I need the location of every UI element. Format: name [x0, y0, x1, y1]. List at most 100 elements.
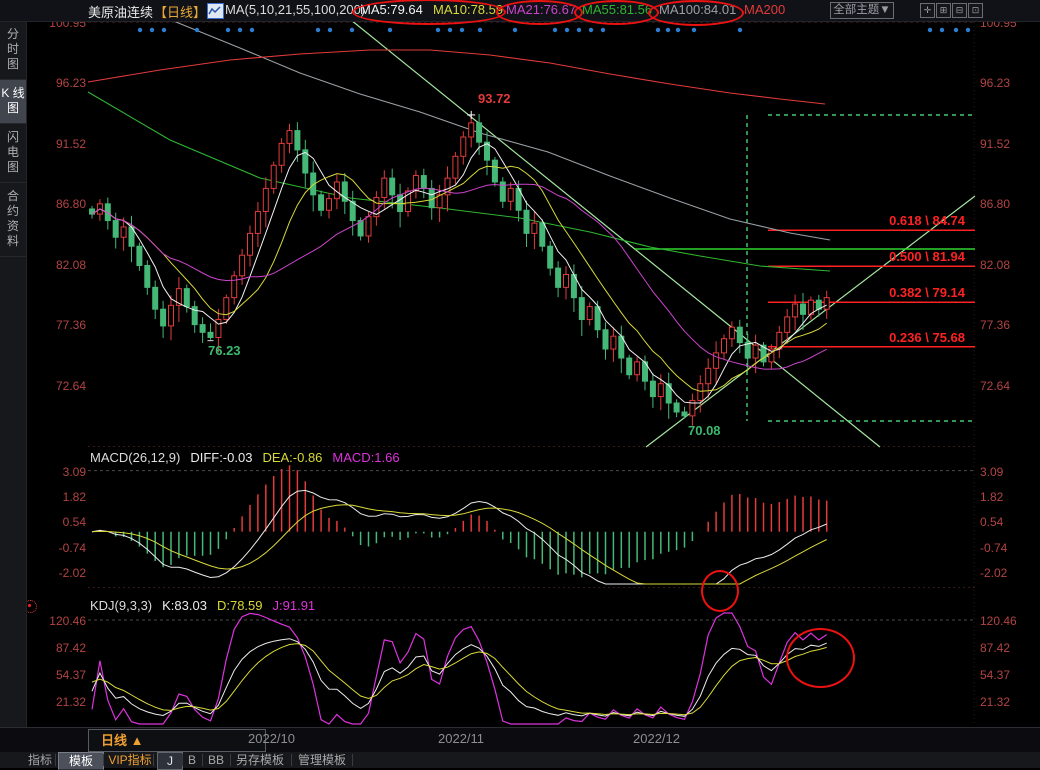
toolbar-divider	[352, 754, 353, 766]
kdj-j-line	[92, 613, 827, 724]
sidebar-tab-2[interactable]: K 线 图	[0, 80, 26, 124]
candle-body	[801, 304, 806, 314]
candle-body	[737, 327, 742, 342]
crosshair-icon[interactable]: ✛	[920, 3, 935, 18]
kdj-axis-left: 54.37	[30, 668, 86, 682]
macd-axis-left: 0.54	[30, 515, 86, 529]
candle-body	[706, 368, 711, 383]
kdj-axis-left: 120.46	[30, 614, 86, 628]
toolbar-item-指标[interactable]: 指标	[27, 752, 53, 768]
event-dot	[195, 28, 199, 32]
candle-body	[635, 362, 640, 375]
main-axis-right: 82.08	[980, 258, 1010, 272]
event-dot	[350, 28, 354, 32]
event-dot	[513, 28, 517, 32]
kdj-axis-right: 87.42	[980, 641, 1010, 655]
macd-axis-left: -2.02	[30, 566, 86, 580]
event-dot	[328, 28, 332, 32]
macd-indicator-header[interactable]: MACD(26,12,9)DIFF:-0.03DEA:-0.86MACD:1.6…	[90, 450, 410, 465]
macd-axis-left: 3.09	[30, 465, 86, 479]
pane-layout-left-icon[interactable]: ⊞	[936, 3, 951, 18]
candle-body	[366, 217, 371, 236]
date-label-2: 2022/12	[633, 731, 680, 746]
event-dot	[565, 28, 569, 32]
toolbar-item-VIP指标[interactable]: VIP指标	[106, 752, 154, 768]
event-dot	[738, 28, 742, 32]
kdj-axis-left: 87.42	[30, 641, 86, 655]
event-dot	[388, 28, 392, 32]
kdj-axis-right: 21.32	[980, 695, 1010, 709]
toolbar-divider	[291, 754, 292, 766]
kdj-header-part-1: K:83.03	[162, 598, 207, 613]
toolbar-item-管理模板[interactable]: 管理模板	[297, 752, 347, 768]
date-label-0: 2022/10	[248, 731, 295, 746]
kdj-axis-right: 54.37	[980, 668, 1010, 682]
theme-dropdown-button[interactable]: 全部主题▼	[830, 2, 894, 19]
ma55-line	[88, 92, 830, 271]
toolbar-item-模板[interactable]: 模板	[58, 752, 104, 770]
candle-body	[184, 289, 189, 307]
main-axis-right: 91.52	[980, 137, 1010, 151]
candle-body	[579, 298, 584, 320]
event-dot	[460, 28, 464, 32]
annotation-ellipse-3	[648, 0, 744, 26]
candle-body	[595, 307, 600, 330]
main-axis-right: 86.80	[980, 197, 1010, 211]
toolbar-divider	[182, 754, 183, 766]
candle-body	[793, 304, 798, 317]
candle-body	[113, 221, 118, 238]
pane-layout-right-icon[interactable]: ⊟	[952, 3, 967, 18]
main-axis-right: 96.23	[980, 76, 1010, 90]
annotation-ellipse-1	[496, 0, 583, 25]
candle-body	[327, 199, 332, 211]
event-dot	[676, 28, 680, 32]
kdj-header-part-0: KDJ(9,3,3)	[90, 598, 152, 613]
toolbar-item-另存模板[interactable]: 另存模板	[235, 752, 285, 768]
candle-body	[524, 210, 529, 233]
sidebar-tab-3[interactable]: 闪 电 图	[0, 124, 26, 183]
candle-body	[682, 412, 687, 416]
macd-axis-left: 1.82	[30, 490, 86, 504]
macd-header-part-0: MACD(26,12,9)	[90, 450, 180, 465]
fib-label-2: 0.382 \ 79.14	[815, 285, 965, 300]
toolbar-item-BB[interactable]: BB	[205, 752, 227, 768]
sidebar-tab-4[interactable]: 合 约 资 料	[0, 183, 26, 257]
event-dot	[666, 28, 670, 32]
event-dot	[954, 28, 958, 32]
event-dot	[226, 28, 230, 32]
annotation-ellipse-5	[786, 628, 855, 688]
event-dot	[940, 28, 944, 32]
pane-export-icon[interactable]: ⊡	[968, 3, 983, 18]
candle-body	[508, 188, 513, 201]
candle-body	[658, 384, 663, 397]
candle-body	[674, 403, 679, 412]
annotation-ellipse-4	[701, 570, 739, 612]
toolbar-item-B[interactable]: B	[185, 752, 199, 768]
sidebar-tab-1[interactable]: 分 时 图	[0, 21, 26, 80]
ma100-line	[171, 20, 830, 240]
candle-body	[461, 137, 466, 156]
candle-body	[200, 325, 205, 333]
candle-body	[121, 227, 126, 237]
toolbar-divider	[103, 754, 104, 766]
event-dot	[577, 28, 581, 32]
main-axis-left: 72.64	[30, 379, 86, 393]
bottom-toolbar: 指标模板VIP指标JBBB另存模板管理模板	[0, 752, 1040, 768]
candle-body	[169, 305, 174, 326]
kdj-k-line	[92, 639, 827, 717]
candle-body	[429, 188, 434, 207]
candle-body	[271, 165, 276, 188]
candle-body	[421, 176, 426, 189]
main-axis-right: 77.36	[980, 318, 1010, 332]
candle-body	[469, 123, 474, 137]
kdj-indicator-header[interactable]: KDJ(9,3,3)K:83.03D:78.59J:91.91	[90, 598, 325, 613]
candle-body	[532, 223, 537, 233]
candle-body	[753, 345, 758, 358]
candle-body	[208, 332, 213, 337]
event-dot	[692, 28, 696, 32]
candle-body	[666, 384, 671, 403]
period-selector[interactable]: 日线 ▲	[88, 729, 266, 752]
macd-header-part-1: DIFF:-0.03	[190, 450, 252, 465]
toolbar-item-J[interactable]: J	[157, 752, 183, 770]
symbol-name[interactable]: 美原油连续	[88, 2, 153, 21]
